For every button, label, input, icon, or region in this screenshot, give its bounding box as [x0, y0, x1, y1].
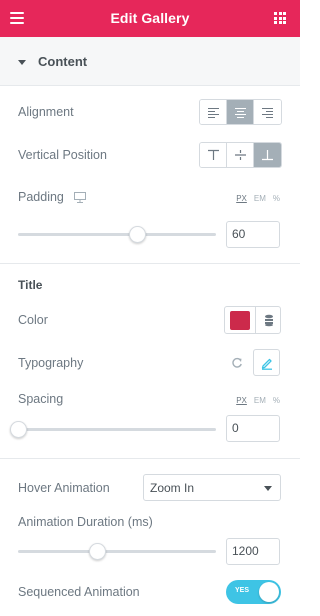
- slider-track: [18, 428, 216, 431]
- padding-slider[interactable]: [18, 224, 216, 244]
- typography-edit-button[interactable]: [253, 349, 280, 376]
- vertical-position-control: [199, 142, 282, 168]
- slider-handle[interactable]: [10, 421, 27, 438]
- color-label: Color: [18, 313, 48, 327]
- pencil-icon: [261, 358, 272, 370]
- slider-handle[interactable]: [128, 226, 146, 243]
- select-value: Zoom In: [150, 481, 195, 495]
- align-center-icon: [235, 108, 246, 118]
- section-title: Content: [38, 54, 88, 69]
- alignment-label: Alignment: [18, 105, 74, 119]
- panel-title: Edit Gallery: [110, 10, 190, 26]
- spacing-label: Spacing: [18, 392, 64, 406]
- position-middle-button[interactable]: [227, 143, 254, 167]
- align-left-button[interactable]: [200, 100, 227, 124]
- align-top-icon: [208, 149, 219, 160]
- position-bottom-button[interactable]: [254, 143, 281, 167]
- hover-animation-label: Hover Animation: [18, 481, 110, 495]
- slider-handle[interactable]: [89, 543, 107, 560]
- reset-icon[interactable]: [231, 357, 243, 369]
- spacing-units: PX EM %: [236, 396, 280, 405]
- unit-px[interactable]: PX: [236, 396, 247, 405]
- animation-duration-input[interactable]: 1200: [226, 538, 280, 565]
- color-picker[interactable]: [224, 306, 281, 334]
- database-icon: [265, 314, 273, 327]
- slider-track: [18, 233, 216, 236]
- unit-em[interactable]: EM: [254, 194, 266, 203]
- chevron-down-icon: [264, 486, 272, 491]
- spacing-slider[interactable]: [10, 419, 216, 439]
- typography-label: Typography: [18, 356, 84, 370]
- sequenced-animation-label: Sequenced Animation: [18, 585, 140, 599]
- section-divider: [0, 458, 300, 459]
- toggle-knob: [259, 582, 279, 602]
- panel-header: Edit Gallery: [0, 0, 300, 37]
- animation-duration-slider[interactable]: [18, 541, 216, 561]
- vertical-position-label: Vertical Position: [18, 148, 107, 162]
- spacing-input[interactable]: 0: [226, 415, 280, 442]
- section-divider: [0, 263, 300, 264]
- align-left-icon: [208, 108, 219, 118]
- title-subheading: Title: [18, 278, 43, 292]
- toggle-text: YES: [235, 587, 250, 594]
- slider-track: [18, 550, 216, 553]
- sequenced-animation-toggle[interactable]: YES: [226, 580, 281, 604]
- desktop-icon[interactable]: [74, 192, 86, 203]
- padding-label: Padding: [18, 190, 64, 204]
- animation-duration-label: Animation Duration (ms): [18, 515, 153, 529]
- align-middle-icon: [235, 150, 246, 160]
- align-center-button[interactable]: [227, 100, 254, 124]
- caret-down-icon: [18, 60, 26, 65]
- divider: [255, 307, 256, 333]
- content-section-toggle[interactable]: Content: [0, 37, 300, 86]
- unit-percent[interactable]: %: [273, 194, 280, 203]
- align-right-icon: [262, 108, 273, 118]
- padding-input[interactable]: 60: [226, 221, 280, 248]
- color-chip: [230, 311, 250, 330]
- align-bottom-icon: [262, 150, 273, 161]
- grid-icon[interactable]: [274, 12, 286, 24]
- alignment-control: [199, 99, 282, 125]
- hover-animation-select[interactable]: Zoom In: [143, 474, 281, 501]
- unit-px[interactable]: PX: [236, 194, 247, 203]
- align-right-button[interactable]: [254, 100, 281, 124]
- unit-percent[interactable]: %: [273, 396, 280, 405]
- position-top-button[interactable]: [200, 143, 227, 167]
- padding-units: PX EM %: [236, 194, 280, 203]
- unit-em[interactable]: EM: [254, 396, 266, 405]
